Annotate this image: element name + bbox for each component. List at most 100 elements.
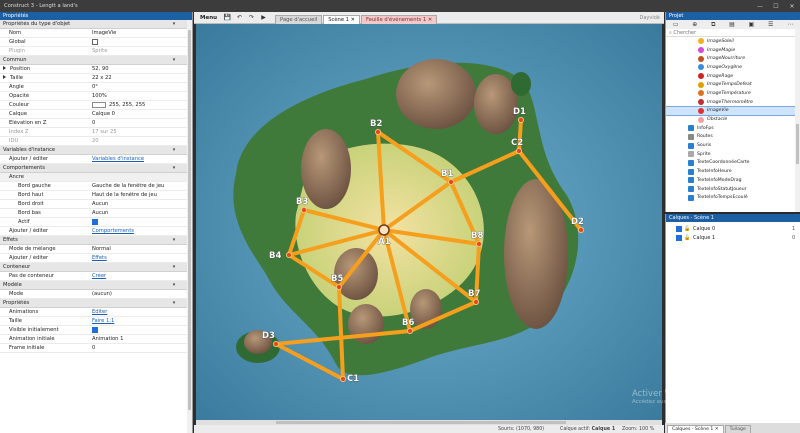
color-swatch[interactable] xyxy=(92,102,106,108)
project-item[interactable]: ImageNourriture xyxy=(666,54,800,63)
property-value[interactable]: Gauche de la fenêtre de jeu xyxy=(92,183,184,189)
property-value[interactable]: Normal xyxy=(92,246,184,252)
project-scrollbar[interactable] xyxy=(795,29,800,212)
project-item[interactable]: TexteInfoTempsEcoulé xyxy=(666,193,800,202)
tree-icon[interactable]: ☰ xyxy=(768,21,773,28)
property-row[interactable]: Global xyxy=(0,38,192,47)
map-node-b6[interactable] xyxy=(406,327,413,334)
map-node-b7[interactable] xyxy=(472,298,479,305)
player-icon[interactable] xyxy=(378,224,390,236)
property-value[interactable]: Calque 0 xyxy=(92,111,184,117)
property-value[interactable]: Variables d'instance xyxy=(92,156,192,162)
project-item[interactable]: ImageRage xyxy=(666,72,800,81)
property-row[interactable]: Ancre xyxy=(0,173,192,182)
property-value[interactable]: Effets xyxy=(92,255,192,261)
properties-scrollbar[interactable] xyxy=(187,20,192,433)
project-item[interactable]: ImageOxygène xyxy=(666,63,800,72)
property-value[interactable] xyxy=(92,327,192,333)
collapse-chevron-icon[interactable]: ▾ xyxy=(170,264,178,270)
property-row[interactable]: Bord droitAucun▾ xyxy=(0,200,192,209)
layer-visible-checkbox[interactable] xyxy=(676,234,682,241)
property-row[interactable]: Visible initialement xyxy=(0,326,192,335)
property-value[interactable] xyxy=(92,39,192,45)
scene-canvas[interactable]: A1 B1 B2 B3 B4 B5 B6 B7 B8 C1 C2 D1 D2 D3 xyxy=(196,24,662,427)
property-checkbox[interactable] xyxy=(92,219,98,225)
menu-button[interactable]: Menu xyxy=(197,15,220,21)
map-node-b2[interactable] xyxy=(374,129,381,136)
editor-tab[interactable]: Scène 1 ✕ xyxy=(323,14,360,24)
collapse-chevron-icon[interactable]: ▾ xyxy=(170,21,178,27)
project-search-input[interactable]: ⌕ Chercher xyxy=(666,29,800,37)
project-item[interactable]: ImageTempérature xyxy=(666,89,800,98)
property-value[interactable]: Haut de la fenêtre de jeu xyxy=(92,192,184,198)
folder-icon[interactable]: ▭ xyxy=(673,21,679,28)
editor-tab[interactable]: Page d'accueil xyxy=(275,14,323,24)
collapse-chevron-icon[interactable]: ▾ xyxy=(170,282,178,288)
project-item[interactable]: ImageMagie xyxy=(666,46,800,55)
map-node-b1[interactable] xyxy=(447,178,454,185)
play-icon[interactable]: ▶ xyxy=(259,14,268,21)
property-value[interactable]: 255, 255, 255 xyxy=(92,102,192,108)
collapse-icon[interactable]: ▤ xyxy=(729,21,735,28)
close-icon[interactable]: ✕ xyxy=(784,3,800,10)
property-row[interactable]: Ajouter / éditer Variables d'instance xyxy=(0,155,192,164)
project-item[interactable]: ImageThermomètre xyxy=(666,98,800,107)
map-node-b5[interactable] xyxy=(335,283,342,290)
project-item[interactable]: InfoFps xyxy=(666,124,800,133)
property-value[interactable]: 52, 90 xyxy=(92,66,192,72)
save-icon[interactable]: 💾 xyxy=(223,14,232,21)
add-icon[interactable]: ⊕ xyxy=(692,21,697,28)
map-node-d3[interactable] xyxy=(273,340,280,347)
map-node-c2[interactable] xyxy=(515,148,522,155)
layer-visible-checkbox[interactable] xyxy=(676,225,682,232)
map-node-b3[interactable] xyxy=(301,206,308,213)
project-item[interactable]: TexteInfoModeDrag xyxy=(666,176,800,185)
project-item[interactable]: ImageSoleil xyxy=(666,37,800,46)
property-value[interactable]: Comportements xyxy=(92,228,192,234)
redo-icon[interactable]: ↷ xyxy=(247,14,256,21)
property-row[interactable]: Taille 22 x 22 xyxy=(0,74,192,83)
project-item[interactable]: Sprite xyxy=(666,150,800,159)
layer-row[interactable]: 🔓 Calque 1 0 xyxy=(666,233,800,242)
panel-tab[interactable]: Calques - Scène 1 ✕ xyxy=(667,425,724,433)
property-row[interactable]: Bord gaucheGauche de la fenêtre de jeu▾ xyxy=(0,182,192,191)
property-value[interactable]: (aucun) xyxy=(92,291,184,297)
property-value[interactable]: 22 x 22 xyxy=(92,75,192,81)
more-icon[interactable]: ⋯ xyxy=(787,21,793,28)
expand-arrow-icon[interactable] xyxy=(3,66,6,70)
property-value[interactable]: Aucun xyxy=(92,210,184,216)
layer-row[interactable]: 🔓 Calque 0 1 xyxy=(666,224,800,233)
maximize-icon[interactable]: ☐ xyxy=(768,3,784,10)
map-node-c1[interactable] xyxy=(339,375,346,382)
project-item[interactable]: Obstacle xyxy=(666,115,800,124)
property-row[interactable]: Taille Faire 1:1 xyxy=(0,317,192,326)
minimize-icon[interactable]: — xyxy=(752,3,768,10)
map-node-b8[interactable] xyxy=(475,240,482,247)
lock-icon[interactable]: 🔓 xyxy=(684,235,690,241)
property-value[interactable]: Créer xyxy=(92,273,192,279)
property-row[interactable]: Pas de conteneur Créer xyxy=(0,272,192,281)
property-row[interactable]: Animation initialeAnimation 1▾ xyxy=(0,335,192,344)
collapse-chevron-icon[interactable]: ▾ xyxy=(170,165,178,171)
property-row[interactable]: CalqueCalque 0▾ xyxy=(0,110,192,119)
property-value[interactable]: Faire 1:1 xyxy=(92,318,192,324)
collapse-chevron-icon[interactable]: ▾ xyxy=(170,300,178,306)
property-row[interactable]: Couleur 255, 255, 255 xyxy=(0,101,192,110)
property-row[interactable]: Actif xyxy=(0,218,192,227)
project-item[interactable]: ImageTempsDefeat xyxy=(666,80,800,89)
property-value[interactable]: Éditer xyxy=(92,309,192,315)
collapse-chevron-icon[interactable]: ▾ xyxy=(170,147,178,153)
project-item[interactable]: ImageVie xyxy=(665,105,800,117)
map-node-d2[interactable] xyxy=(577,226,584,233)
project-item[interactable]: TexteInfoHeure xyxy=(666,167,800,176)
lock-icon[interactable]: 🔓 xyxy=(684,226,690,232)
project-item[interactable]: Souris xyxy=(666,141,800,150)
property-row[interactable]: Bord basAucun▾ xyxy=(0,209,192,218)
map-node-b4[interactable] xyxy=(286,251,293,258)
property-value[interactable]: Animation 1 xyxy=(92,336,184,342)
property-value[interactable] xyxy=(92,219,192,225)
expand-arrow-icon[interactable] xyxy=(3,75,6,79)
property-row[interactable]: Position 52, 90 xyxy=(0,65,192,74)
property-row[interactable]: Ajouter / éditer Comportements xyxy=(0,227,192,236)
property-checkbox[interactable] xyxy=(92,39,98,45)
